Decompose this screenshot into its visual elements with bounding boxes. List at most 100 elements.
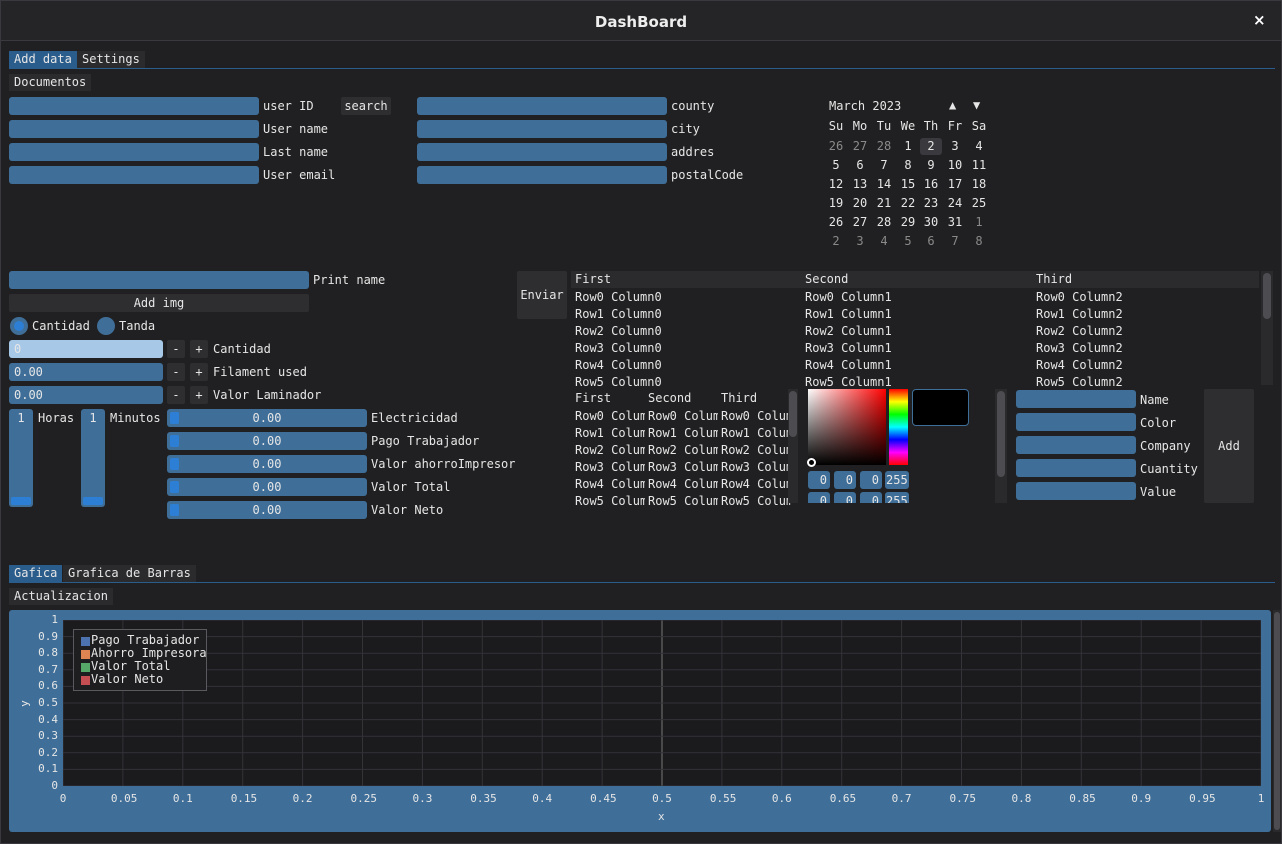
color-scrollbar[interactable] [995, 389, 1007, 503]
hslider[interactable]: 0.00 [167, 478, 367, 496]
calendar-day[interactable]: 19 [825, 195, 847, 212]
calendar-day[interactable]: 2 [920, 138, 942, 155]
radio-tanda[interactable] [97, 317, 115, 335]
calendar-day[interactable]: 7 [873, 157, 895, 174]
minus-button[interactable]: - [167, 363, 185, 381]
close-icon[interactable]: × [1253, 11, 1266, 29]
calendar-day[interactable]: 1 [897, 138, 919, 155]
stepper-input[interactable]: 0.00 [9, 363, 163, 381]
calendar-day[interactable]: 28 [873, 138, 895, 155]
calendar-day[interactable]: 20 [849, 195, 871, 212]
search-button[interactable]: search [341, 97, 391, 115]
hslider[interactable]: 0.00 [167, 432, 367, 450]
calendar-day[interactable]: 29 [897, 214, 919, 231]
field-city[interactable] [417, 120, 667, 138]
calendar-day[interactable]: 10 [944, 157, 966, 174]
calendar-day[interactable]: 16 [920, 176, 942, 193]
calendar-day[interactable]: 1 [968, 214, 990, 231]
calendar-day[interactable]: 12 [825, 176, 847, 193]
plus-button[interactable]: + [190, 340, 208, 358]
calendar-day[interactable]: 9 [920, 157, 942, 174]
table1-col-header[interactable]: First [575, 272, 611, 286]
scroll-thumb[interactable] [1263, 273, 1271, 319]
calendar-day[interactable]: 5 [825, 157, 847, 174]
color-r2-input[interactable]: 0 [808, 492, 830, 503]
field-user-email[interactable] [9, 166, 259, 184]
plot-legend[interactable]: Pago Trabajador Ahorro Impresora Valor Tot… [73, 629, 207, 691]
calendar-day[interactable]: 2 [825, 233, 847, 250]
legend-entry[interactable]: Pago Trabajador [91, 633, 199, 647]
legend-entry[interactable]: Valor Neto [91, 672, 163, 686]
calendar-day[interactable]: 27 [849, 214, 871, 231]
calendar-day[interactable]: 4 [873, 233, 895, 250]
product-color-input[interactable] [1016, 413, 1136, 431]
minus-button[interactable]: - [167, 340, 185, 358]
calendar-day[interactable]: 5 [897, 233, 919, 250]
calendar-day[interactable]: 8 [968, 233, 990, 250]
calendar-day[interactable]: 3 [849, 233, 871, 250]
table2-col-header[interactable]: Third [721, 391, 757, 405]
tab-add-data[interactable]: Add data [9, 51, 77, 68]
tab-settings[interactable]: Settings [77, 51, 145, 68]
table2-col-header[interactable]: First [575, 391, 611, 405]
minus-button[interactable]: - [167, 386, 185, 404]
tab-grafica-barras[interactable]: Grafica de Barras [63, 565, 196, 582]
calendar-day[interactable]: 24 [944, 195, 966, 212]
calendar-day[interactable]: 25 [968, 195, 990, 212]
calendar-day[interactable]: 3 [944, 138, 966, 155]
field-county[interactable] [417, 97, 667, 115]
product-cuantity-input[interactable] [1016, 459, 1136, 477]
table1-col-header[interactable]: Second [805, 272, 848, 286]
calendar-prev-icon[interactable]: ▲ [949, 98, 956, 112]
calendar-day[interactable]: 26 [825, 138, 847, 155]
color-g2-input[interactable]: 0 [834, 492, 856, 503]
legend-entry[interactable]: Valor Total [91, 659, 170, 673]
calendar-day[interactable]: 23 [920, 195, 942, 212]
actualizacion-button[interactable]: Actualizacion [9, 588, 113, 605]
calendar-day[interactable]: 14 [873, 176, 895, 193]
add-img-button[interactable]: Add img [9, 294, 309, 312]
calendar-day[interactable]: 7 [944, 233, 966, 250]
color-a2-input[interactable]: 255 [885, 492, 909, 503]
enviar-button[interactable]: Enviar [517, 271, 567, 319]
tab-gafica[interactable]: Gafica [9, 565, 63, 582]
calendar-day[interactable]: 11 [968, 157, 990, 174]
field-user-id[interactable] [9, 97, 259, 115]
vslider-horas[interactable]: 1 [9, 409, 33, 507]
calendar-day[interactable]: 27 [849, 138, 871, 155]
page-scrollbar[interactable] [1273, 610, 1281, 832]
vslider-minutos[interactable]: 1 [81, 409, 105, 507]
calendar-day[interactable]: 6 [849, 157, 871, 174]
vslider-grab[interactable] [83, 497, 103, 505]
hue-bar[interactable] [889, 389, 908, 465]
stepper-input[interactable]: 0.00 [9, 386, 163, 404]
color-sv-square[interactable] [808, 389, 886, 465]
documentos-header[interactable]: Documentos [9, 74, 92, 91]
title-bar[interactable]: DashBoard × [1, 1, 1281, 41]
calendar-day[interactable]: 28 [873, 214, 895, 231]
calendar-day[interactable]: 4 [968, 138, 990, 155]
color-b2-input[interactable]: 0 [860, 492, 882, 503]
radio-cantidad[interactable] [10, 317, 28, 335]
table2-col-header[interactable]: Second [648, 391, 691, 405]
product-company-input[interactable] [1016, 436, 1136, 454]
product-name-input[interactable] [1016, 390, 1136, 408]
calendar-day[interactable]: 21 [873, 195, 895, 212]
calendar-day[interactable]: 18 [968, 176, 990, 193]
color-a-input[interactable]: 255 [885, 471, 909, 489]
color-g-input[interactable]: 0 [834, 471, 856, 489]
plus-button[interactable]: + [190, 386, 208, 404]
plus-button[interactable]: + [190, 363, 208, 381]
field-addres[interactable] [417, 143, 667, 161]
calendar-day[interactable]: 8 [897, 157, 919, 174]
table2-scrollbar[interactable] [788, 389, 798, 503]
calendar-day[interactable]: 22 [897, 195, 919, 212]
calendar-day[interactable]: 13 [849, 176, 871, 193]
calendar-day[interactable]: 6 [920, 233, 942, 250]
calendar-day[interactable]: 15 [897, 176, 919, 193]
stepper-input[interactable]: 0 [9, 340, 163, 358]
field-postalcode[interactable] [417, 166, 667, 184]
calendar-day[interactable]: 30 [920, 214, 942, 231]
color-picker-cursor[interactable] [807, 458, 816, 467]
table1-scrollbar[interactable] [1261, 271, 1273, 385]
